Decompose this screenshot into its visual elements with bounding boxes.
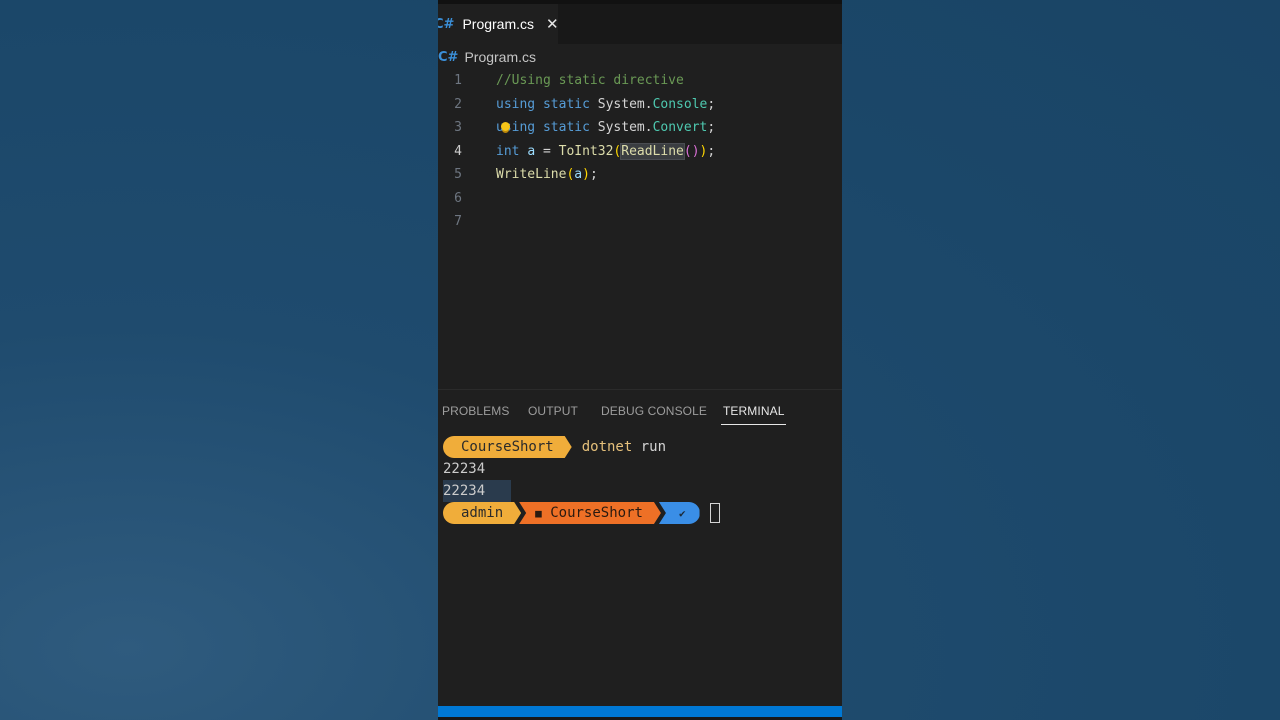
line-number: 6	[454, 190, 462, 206]
terminal[interactable]: CourseShort dotnet run 22234 22234 admin ■…	[443, 436, 838, 524]
code-line: 7	[438, 210, 842, 234]
code-text: //Using static directive	[496, 69, 684, 93]
status-bar[interactable]	[438, 706, 842, 717]
paren-token: ()	[683, 143, 700, 159]
breadcrumb[interactable]: C# Program.cs	[438, 46, 536, 68]
csharp-file-icon: C#	[438, 16, 455, 32]
code-line: 3 using static System.Convert;	[438, 116, 842, 140]
keyword-token: int	[496, 143, 520, 159]
code-text: using static System.Console;	[496, 93, 715, 117]
highlighted-function-token: ReadLine	[620, 142, 685, 160]
paren-token: )	[582, 167, 590, 182]
semicolon-token: ;	[589, 167, 598, 182]
semicolon-token: ;	[707, 143, 716, 159]
dot-token: .	[644, 120, 653, 135]
terminal-output-line: 22234	[443, 480, 838, 502]
line-number: 4	[454, 143, 462, 159]
comment-token: //Using static directive	[496, 73, 684, 88]
breadcrumb-file-label[interactable]: Program.cs	[464, 49, 536, 65]
function-token: ToInt32	[558, 143, 614, 159]
variable-token: a	[527, 143, 536, 159]
tab-debug-console[interactable]: DEBUG CONSOLE	[601, 398, 707, 424]
checkmark-icon: ✔	[678, 507, 686, 520]
terminal-command-arg: run	[640, 439, 667, 455]
namespace-token: System	[597, 120, 645, 135]
code-line: 1 //Using static directive	[438, 69, 842, 93]
line-number: 5	[454, 167, 462, 182]
operator-token: =	[535, 143, 559, 159]
keyword-token: static	[542, 120, 590, 135]
code-line: 4 int a = ToInt32(ReadLine());	[438, 140, 842, 164]
line-number: 1	[454, 73, 462, 88]
tab-problems[interactable]: PROBLEMS	[442, 398, 510, 424]
code-text: int a = ToInt32(ReadLine());	[496, 140, 715, 164]
keyword-token: static	[542, 96, 590, 112]
editor-tab-bar: C# Program.cs ✕	[438, 4, 842, 44]
line-number: 2	[454, 96, 462, 112]
lightbulb-icon[interactable]	[501, 122, 510, 131]
terminal-prompt-line: admin ■ CourseShort ✔	[443, 502, 838, 524]
namespace-token: System	[597, 96, 645, 112]
prompt-user-segment: admin	[443, 502, 521, 524]
csharp-file-icon: C#	[438, 49, 459, 65]
code-editor[interactable]: 1 //Using static directive 2 using stati…	[438, 69, 842, 234]
variable-token: a	[574, 167, 583, 182]
terminal-output: 22234	[443, 461, 486, 477]
terminal-output-line: 22234	[443, 458, 838, 480]
close-icon[interactable]: ✕	[546, 15, 559, 33]
prompt-dir-segment: CourseShort	[443, 436, 572, 458]
terminal-cursor	[709, 503, 720, 523]
code-line: 6	[438, 187, 842, 211]
panel-divider[interactable]	[438, 389, 842, 390]
line-number: 3	[454, 120, 462, 135]
code-text: using static System.Convert;	[496, 116, 715, 140]
terminal-output: 22234	[443, 480, 512, 502]
tab-output[interactable]: OUTPUT	[528, 398, 578, 424]
terminal-line: CourseShort dotnet run	[443, 436, 838, 458]
type-token: Console	[652, 96, 708, 112]
dot-token: .	[644, 96, 653, 112]
folder-icon: ■	[535, 507, 542, 520]
terminal-command: dotnet	[581, 439, 633, 455]
panel-tab-bar: PROBLEMS OUTPUT DEBUG CONSOLE TERMINAL	[438, 398, 842, 426]
keyword-token: using	[496, 96, 536, 112]
semicolon-token: ;	[707, 96, 716, 112]
function-token: WriteLine	[496, 167, 567, 182]
tab-program-cs[interactable]: C# Program.cs ✕	[438, 4, 559, 44]
tab-terminal[interactable]: TERMINAL	[721, 398, 787, 425]
prompt-status-segment: ✔	[658, 502, 700, 524]
prompt-dir-label: CourseShort	[550, 505, 643, 521]
line-number: 7	[454, 214, 462, 229]
code-line: 5 WriteLine(a);	[438, 163, 842, 187]
semicolon-token: ;	[707, 120, 716, 135]
code-text: WriteLine(a);	[496, 163, 598, 187]
tab-label: Program.cs	[462, 16, 535, 32]
prompt-dir-segment: ■ CourseShort	[519, 502, 661, 524]
type-token: Convert	[652, 120, 708, 135]
vscode-editor-window: C# Program.cs ✕ C# Program.cs 1 //Using …	[438, 0, 842, 720]
code-line: 2 using static System.Console;	[438, 93, 842, 117]
